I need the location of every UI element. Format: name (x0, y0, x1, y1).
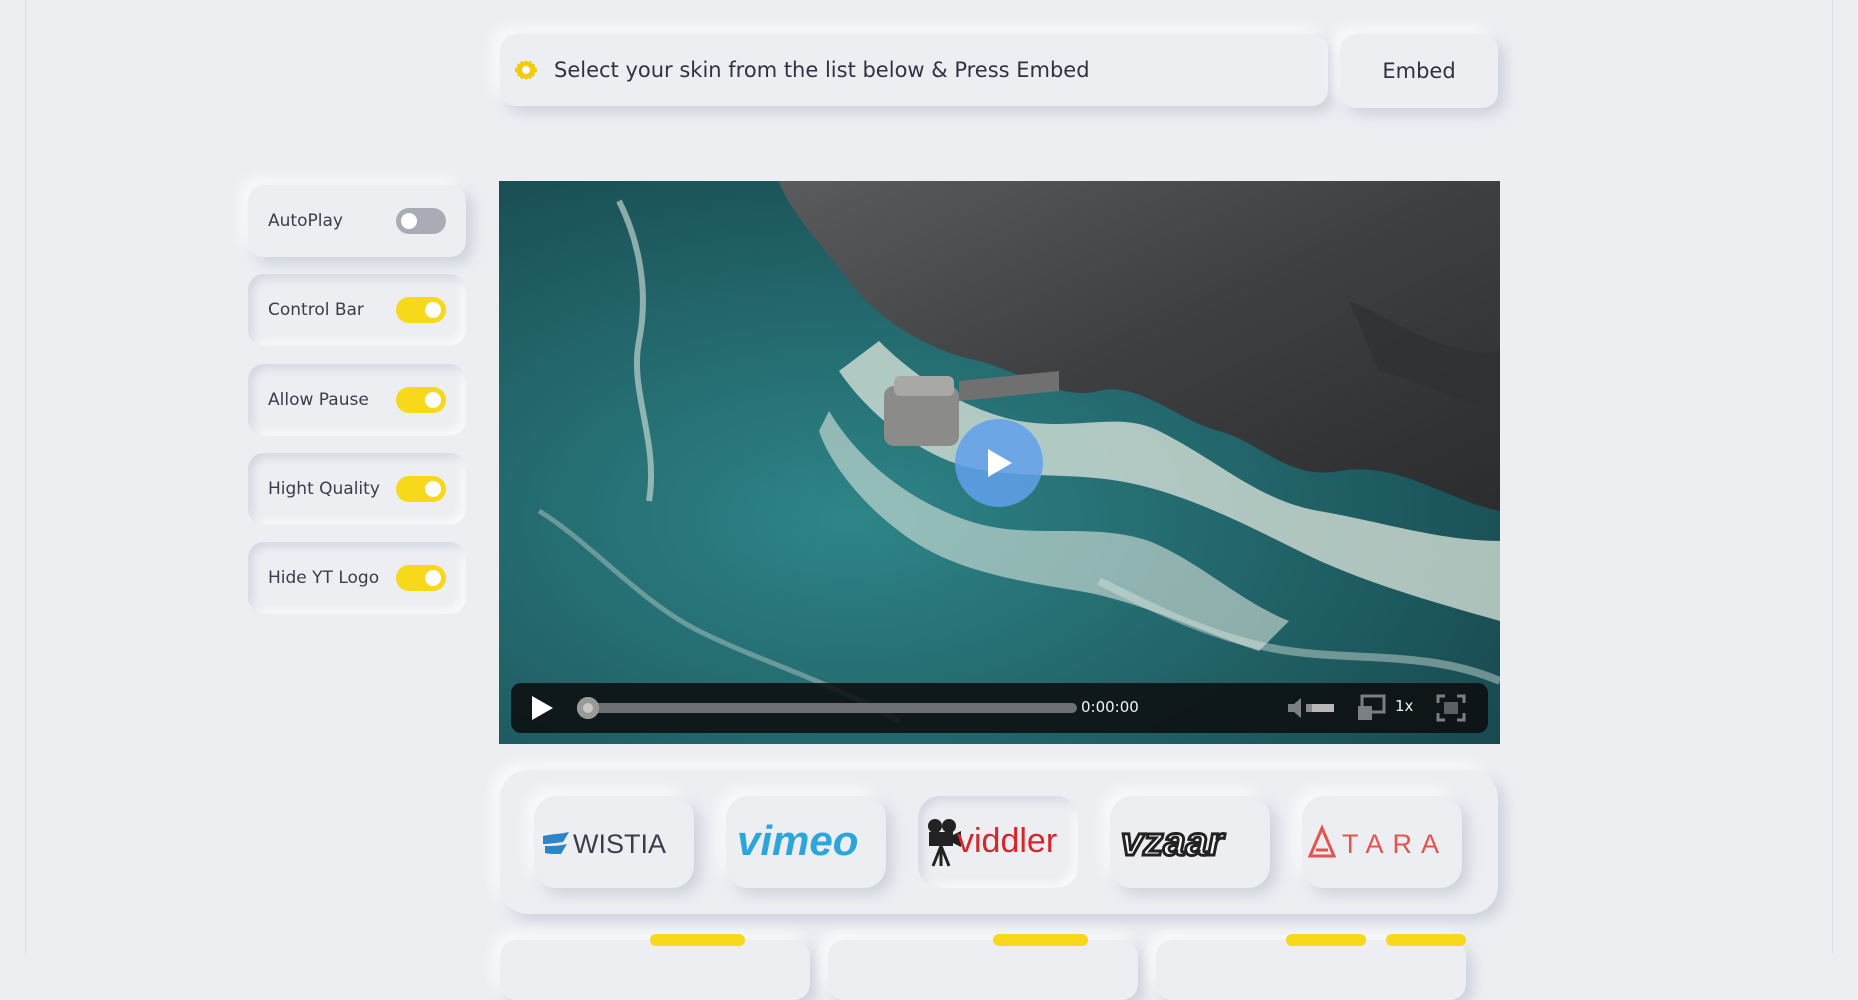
big-play-button[interactable] (955, 419, 1043, 507)
vzaar-logo: vzaar (1120, 819, 1228, 866)
toggle-label: Hide YT Logo (268, 568, 380, 588)
video-player[interactable]: 0:00:00 1x (499, 181, 1500, 744)
play-icon (988, 449, 1012, 477)
viddler-logo: viddler (928, 819, 1057, 867)
skin-viddler[interactable]: viddler (918, 796, 1078, 888)
skin-tara[interactable]: TARA (1302, 796, 1462, 888)
skin-card[interactable] (1156, 934, 1466, 1000)
progress-track[interactable] (583, 703, 1077, 713)
tara-logo: TARA (1307, 824, 1448, 859)
autoplay-switch[interactable] (396, 208, 446, 234)
badge (1286, 934, 1366, 946)
skin-vimeo[interactable]: vimeo (726, 796, 886, 888)
toggle-label: AutoPlay (268, 211, 343, 231)
right-border (1832, 0, 1833, 953)
volume-icon[interactable] (1286, 695, 1336, 721)
toggle-label: Hight Quality (268, 479, 380, 499)
control-bar: 0:00:00 1x (511, 683, 1488, 733)
switch-knob (425, 481, 441, 497)
switch-knob (401, 213, 417, 229)
skin-wistia[interactable]: WISTIA (534, 796, 694, 888)
skin-vzaar[interactable]: vzaar (1110, 796, 1270, 888)
control-bar-switch[interactable] (396, 297, 446, 323)
instruction-text: Select your skin from the list below & P… (554, 58, 1090, 82)
fullscreen-icon[interactable] (1436, 694, 1466, 722)
skin-label: vzaar (1121, 820, 1226, 864)
toggle-label: Allow Pause (268, 390, 369, 410)
badge (1386, 934, 1466, 946)
vimeo-logo: vimeo (737, 817, 858, 864)
playback-speed[interactable]: 1x (1395, 697, 1413, 715)
switch-knob (425, 392, 441, 408)
embed-button[interactable]: Embed (1340, 34, 1498, 108)
badge (993, 934, 1088, 946)
current-time: 0:00:00 (1081, 698, 1139, 716)
switch-knob (425, 302, 441, 318)
toggle-allow-pause[interactable]: Allow Pause (248, 364, 466, 436)
toggle-high-quality[interactable]: Hight Quality (248, 453, 466, 525)
progress-handle[interactable] (577, 697, 599, 719)
skin-card[interactable] (828, 934, 1138, 1000)
skin-label: viddler (957, 822, 1057, 860)
allow-pause-switch[interactable] (396, 387, 446, 413)
switch-knob (425, 570, 441, 586)
pip-icon[interactable] (1356, 694, 1386, 722)
toggle-hide-yt-logo[interactable]: Hide YT Logo (248, 542, 466, 614)
play-icon[interactable] (529, 695, 555, 721)
badge (650, 934, 745, 946)
left-border (25, 0, 26, 953)
gear-icon (515, 60, 537, 80)
skin-label: WISTIA (573, 829, 666, 859)
skin-label: vimeo (737, 817, 858, 864)
skin-selector: WISTIA vimeo viddler vzaar TARA (500, 770, 1498, 914)
instruction-bar: Select your skin from the list below & P… (500, 34, 1328, 106)
skin-label: TARA (1342, 829, 1448, 859)
hide-yt-logo-switch[interactable] (396, 565, 446, 591)
toggle-autoplay[interactable]: AutoPlay (248, 185, 466, 257)
toggle-control-bar[interactable]: Control Bar (248, 274, 466, 346)
wistia-logo: WISTIA (543, 829, 666, 859)
high-quality-switch[interactable] (396, 476, 446, 502)
skin-card[interactable] (500, 934, 810, 1000)
toggle-label: Control Bar (268, 300, 364, 320)
